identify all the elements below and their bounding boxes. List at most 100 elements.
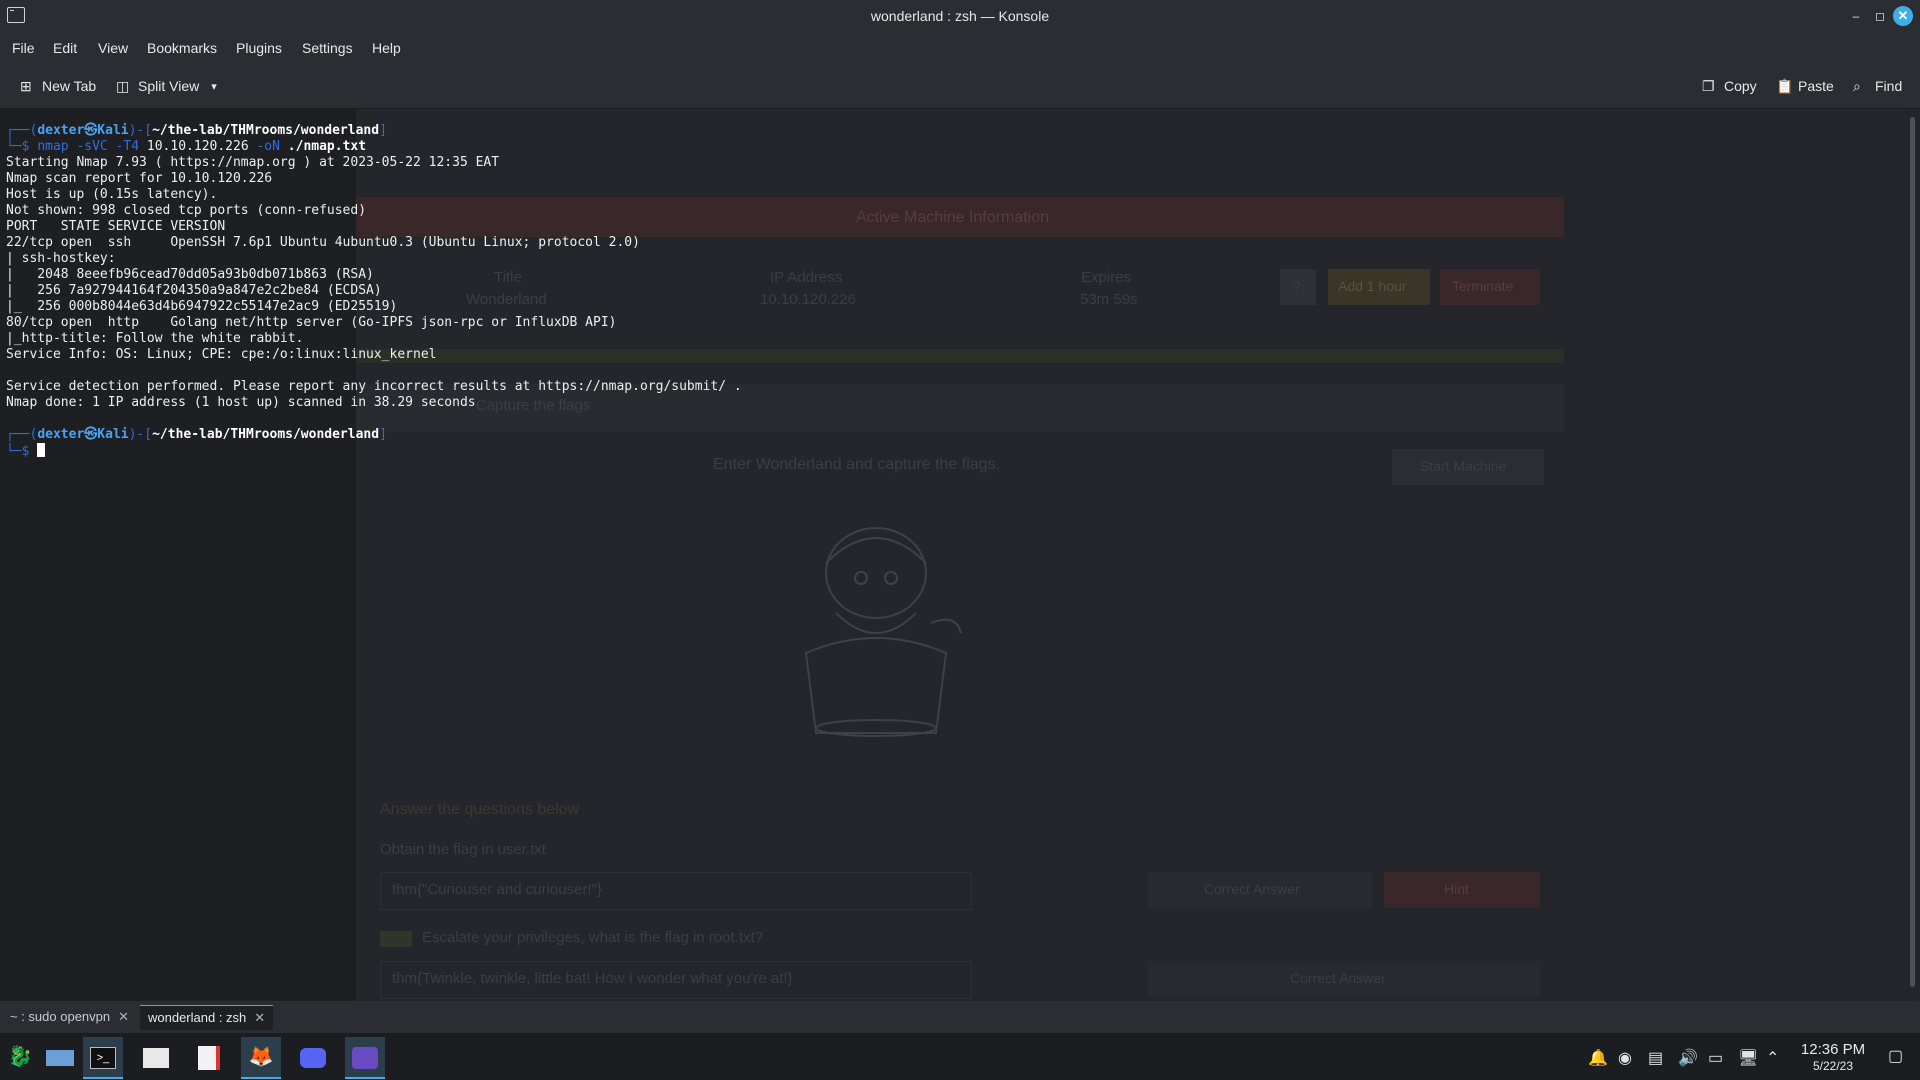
terminal-scrollbar[interactable] <box>1906 109 1920 1001</box>
menu-view[interactable]: View <box>98 40 128 56</box>
new-tab-button[interactable]: ⊞ New Tab <box>20 78 96 94</box>
paste-button[interactable]: 📋 Paste <box>1776 78 1834 94</box>
question-1: Obtain the flag in user.txt <box>380 841 546 858</box>
screenshot-tool-icon[interactable] <box>345 1037 385 1079</box>
prompt-host-2: Kali <box>97 427 129 442</box>
menu-bookmarks[interactable]: Bookmarks <box>147 40 217 56</box>
find-button[interactable]: ⌕ Find <box>1853 78 1902 94</box>
vpn-status-icon[interactable]: ◉ <box>1618 1048 1632 1068</box>
paste-label: Paste <box>1798 78 1834 94</box>
battery-icon[interactable]: ▭ <box>1708 1048 1723 1068</box>
command-oflag: -oN <box>256 139 280 154</box>
prompt-at-2: ㉿ <box>84 427 98 442</box>
prompt-at-1: ㉿ <box>84 123 98 138</box>
start-machine-label: Start Machine <box>1420 458 1507 474</box>
help-label: ? <box>1293 278 1301 294</box>
correct-answer-1-label: Correct Answer <box>1204 881 1300 897</box>
correct-answer-2-label: Correct Answer <box>1290 970 1386 986</box>
output-line: |_http-title: Follow the white rabbit. <box>6 331 304 346</box>
clipboard-icon[interactable]: ▤ <box>1648 1048 1663 1068</box>
toolbar: ⊞ New Tab ◫ Split View ▾ ❐ Copy 📋 Paste … <box>0 64 1920 109</box>
prompt-path-2: ~/the-lab/THMrooms/wonderland <box>152 427 380 442</box>
new-tab-icon: ⊞ <box>20 78 32 94</box>
show-desktop-icon[interactable]: ▢ <box>1888 1046 1903 1066</box>
title-bar: wonderland : zsh — Konsole ‒ ◻ ✕ <box>0 0 1920 32</box>
terminal-cursor <box>37 443 46 457</box>
add-hour-label: Add 1 hour <box>1338 278 1407 294</box>
answer-1-value: thm{"Curiouser and curiouser!"} <box>392 881 602 898</box>
output-line: Starting Nmap 7.93 ( https://nmap.org ) … <box>6 155 500 170</box>
prompt-frame-2: ┌──( <box>6 427 38 442</box>
network-icon[interactable]: 🖥 <box>1738 1048 1758 1068</box>
tab-label: ~ : sudo openvpn <box>10 1009 111 1024</box>
mad-hatter-illustration <box>804 527 962 737</box>
minimize-icon[interactable]: ‒ <box>1846 6 1866 26</box>
output-line: Nmap scan report for 10.10.120.226 <box>6 171 273 186</box>
machine-expires-value: 53m 59s <box>1080 291 1138 308</box>
notifications-icon[interactable]: 🔔 <box>1588 1048 1608 1068</box>
terminal-view[interactable]: Active Machine Information Title IP Addr… <box>0 109 1906 1001</box>
terminal-output: ┌──(dexter㉿Kali)-[~/the-lab/THMrooms/won… <box>6 123 742 459</box>
firefox-icon[interactable]: 🦊 <box>241 1037 281 1079</box>
desktop-pager-icon[interactable] <box>40 1037 80 1077</box>
col-ip: IP Address <box>770 269 843 286</box>
menu-file[interactable]: File <box>12 40 35 56</box>
text-editor-icon[interactable] <box>189 1037 229 1077</box>
copy-button[interactable]: ❐ Copy <box>1702 78 1757 94</box>
new-tab-label: New Tab <box>42 78 97 94</box>
prompt-frame-1: ┌──( <box>6 123 38 138</box>
tray-expand-icon[interactable]: ⌃ <box>1766 1048 1779 1068</box>
chevron-down-icon[interactable]: ▾ <box>211 80 217 93</box>
prompt-host-1: Kali <box>97 123 129 138</box>
close-icon[interactable]: ✕ <box>1893 6 1913 26</box>
paste-icon: 📋 <box>1776 78 1794 94</box>
split-view-button[interactable]: ◫ Split View ▾ <box>116 78 217 94</box>
kali-menu-icon[interactable]: 🐉 <box>0 1037 40 1077</box>
output-line: Service detection performed. Please repo… <box>6 379 742 394</box>
maximize-icon[interactable]: ◻ <box>1870 6 1890 26</box>
answer-heading: Answer the questions below <box>380 801 580 818</box>
output-line: 22/tcp open ssh OpenSSH 7.6p1 Ubuntu 4ub… <box>6 235 640 250</box>
tab-bar: ~ : sudo openvpn ✕ wonderland : zsh ✕ <box>0 1001 1920 1033</box>
col-expires: Expires <box>1081 269 1132 286</box>
hint-label: Hint <box>1444 881 1469 897</box>
output-line: PORT STATE SERVICE VERSION <box>6 219 226 234</box>
output-line: Service Info: OS: Linux; CPE: cpe:/o:lin… <box>6 347 437 362</box>
output-line: 80/tcp open http Golang net/http server … <box>6 315 617 330</box>
active-machine-title: Active Machine Information <box>856 209 1049 226</box>
tab-openvpn[interactable]: ~ : sudo openvpn ✕ <box>2 1005 137 1029</box>
find-label: Find <box>1875 78 1903 94</box>
output-line: | 2048 8eeefb96cead70dd05a93b0db071b863 … <box>6 267 374 282</box>
menu-settings[interactable]: Settings <box>302 40 353 56</box>
prompt-user-2: dexter <box>37 427 85 442</box>
close-tab-icon[interactable]: ✕ <box>254 1010 265 1025</box>
answer-2-value: thm{Twinkle, twinkle, little bat! How I … <box>392 970 793 987</box>
file-manager-icon[interactable] <box>136 1037 176 1077</box>
prompt-user-1: dexter <box>37 123 85 138</box>
split-view-icon: ◫ <box>116 78 130 94</box>
output-line: Host is up (0.15s latency). <box>6 187 218 202</box>
machine-ip-value: 10.10.120.226 <box>760 291 856 308</box>
command-target: 10.10.120.226 <box>146 139 249 154</box>
clock-time[interactable]: 12:36 PM <box>1790 1041 1876 1058</box>
command-file: ./nmap.txt <box>287 139 367 154</box>
terminate-label: Terminate <box>1452 278 1514 294</box>
clock-date[interactable]: 5/22/23 <box>1790 1059 1876 1073</box>
menu-plugins[interactable]: Plugins <box>236 40 282 56</box>
konsole-task-icon[interactable]: >_ <box>83 1037 123 1079</box>
output-line: | ssh-hostkey: <box>6 251 124 266</box>
tab-label: wonderland : zsh <box>148 1010 247 1025</box>
output-line: |_ 256 000b8044e63d4b6947922c55147e2ac9 … <box>6 299 398 314</box>
q2-badge <box>380 931 412 947</box>
taskbar: 🐉 >_ 🦊 🔔 ◉ ▤ 🔊 ▭ 🖥 ⌃ 12:36 PM 5/22/23 ▢ <box>0 1033 1920 1080</box>
command-bin: nmap <box>37 139 69 154</box>
menu-help[interactable]: Help <box>372 40 401 56</box>
menu-edit[interactable]: Edit <box>53 40 77 56</box>
discord-icon[interactable] <box>293 1037 333 1077</box>
close-tab-icon[interactable]: ✕ <box>118 1009 129 1024</box>
tab-wonderland[interactable]: wonderland : zsh ✕ <box>140 1005 274 1030</box>
output-line: | 256 7a927944164f204350a9a847e2c2be84 (… <box>6 283 382 298</box>
volume-icon[interactable]: 🔊 <box>1678 1048 1698 1068</box>
split-view-label: Split View <box>138 78 200 94</box>
scrollbar-thumb[interactable] <box>1910 117 1915 987</box>
